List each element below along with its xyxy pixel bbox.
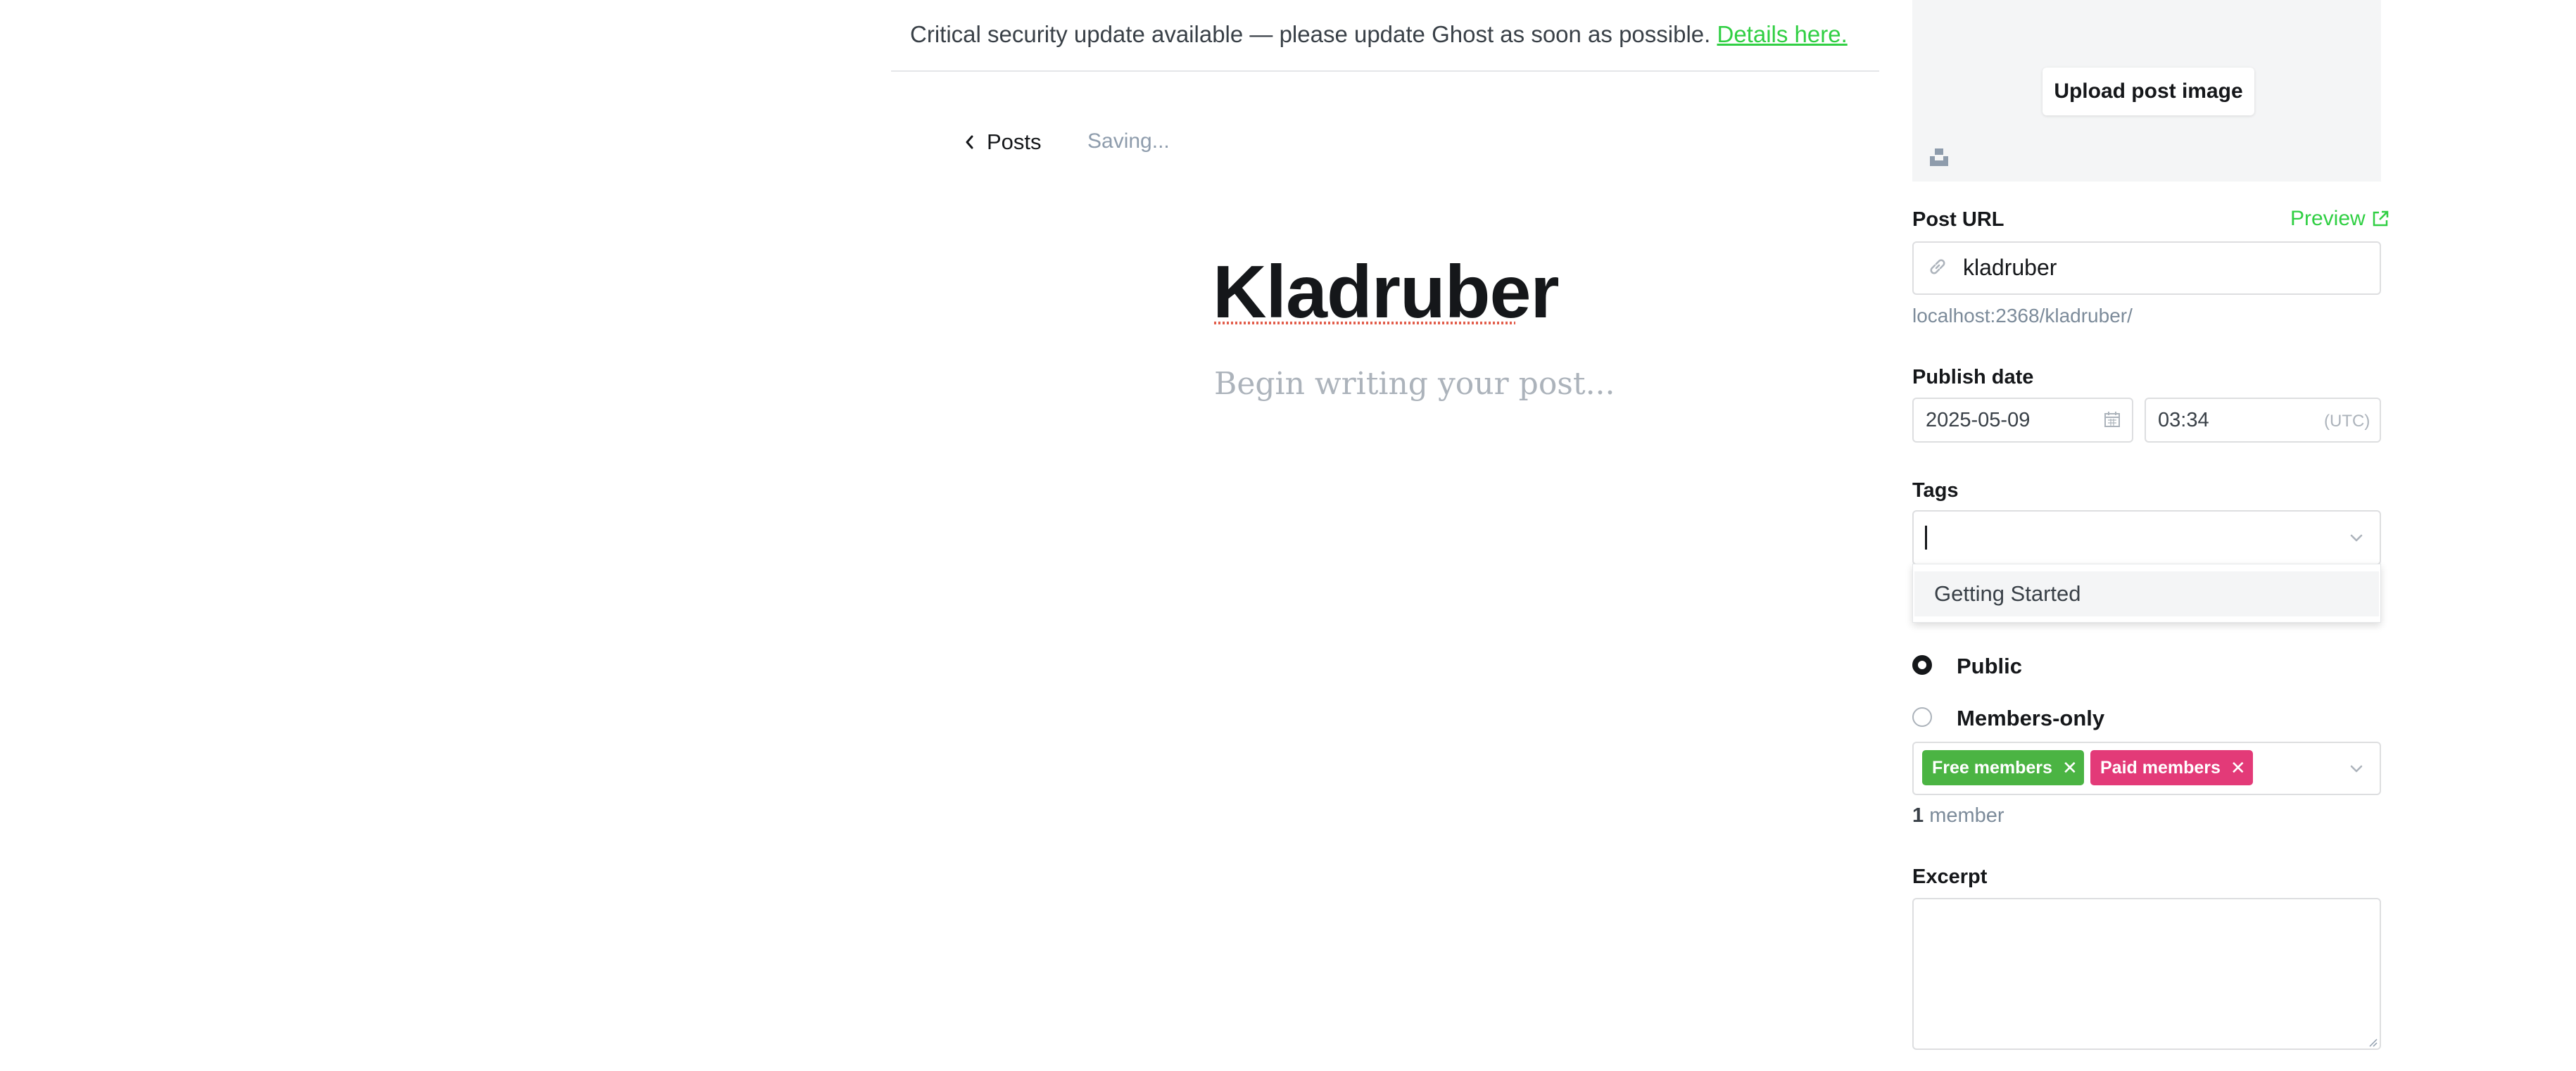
remove-icon[interactable]: ✕: [2230, 757, 2246, 779]
preview-label: Preview: [2290, 207, 2366, 230]
segment-token-label: Free members: [1932, 757, 2052, 778]
banner-message: Critical security update available — ple…: [910, 21, 1711, 47]
access-radio-public[interactable]: [1912, 655, 1932, 675]
upload-image-button[interactable]: Upload post image: [2043, 68, 2254, 115]
back-to-posts-link[interactable]: Posts: [964, 129, 1042, 155]
member-count-unit: member: [1929, 804, 2004, 827]
post-body-editor[interactable]: Begin writing your post...: [1214, 366, 1615, 402]
preview-link[interactable]: Preview: [2290, 207, 2389, 231]
access-public-label[interactable]: Public: [1957, 654, 2022, 679]
access-members-only-label[interactable]: Members-only: [1957, 706, 2104, 731]
tags-input[interactable]: [1912, 510, 2381, 565]
chevron-left-icon: [966, 135, 973, 149]
segment-token-free: Free members ✕: [1922, 750, 2084, 785]
banner-details-link[interactable]: Details here.: [1717, 21, 1847, 47]
excerpt-label: Excerpt: [1912, 866, 1988, 888]
link-icon: [1930, 259, 1945, 274]
access-radio-members-only[interactable]: [1912, 707, 1932, 727]
excerpt-textarea[interactable]: [1912, 898, 2381, 1050]
tag-option-label: Getting Started: [1934, 581, 2081, 606]
timezone-label: (UTC): [2324, 412, 2370, 431]
unsplash-icon[interactable]: [1928, 146, 1950, 167]
resize-handle-icon[interactable]: [2366, 1036, 2378, 1047]
publish-date-label: Publish date: [1912, 366, 2034, 388]
tags-label: Tags: [1912, 479, 1959, 502]
external-link-icon: [2373, 210, 2388, 227]
banner-text: Critical security update available — ple…: [910, 21, 1848, 48]
back-label: Posts: [987, 129, 1042, 154]
remove-icon[interactable]: ✕: [2062, 757, 2078, 779]
post-url-label: Post URL: [1912, 208, 2004, 231]
segment-token-label: Paid members: [2100, 757, 2221, 778]
calendar-icon[interactable]: [2103, 410, 2121, 429]
publish-date-value: 2025-05-09: [1926, 409, 2031, 431]
segment-token-paid: Paid members ✕: [2090, 750, 2253, 785]
publish-time-value: 03:34: [2158, 409, 2209, 431]
post-url-hint: localhost:2368/kladruber/: [1912, 305, 2133, 327]
text-cursor: [1925, 526, 1927, 550]
chevron-down-icon[interactable]: [2347, 528, 2366, 547]
post-url-value: kladruber: [1963, 255, 2057, 280]
save-status: Saving...: [1087, 129, 1170, 153]
post-title[interactable]: Kladruber: [1213, 255, 1560, 329]
chevron-down-icon[interactable]: [2347, 759, 2366, 778]
member-count-value: 1: [1912, 804, 1924, 827]
member-count: 1 member: [1912, 804, 2004, 828]
spellcheck-underline: [1214, 322, 1515, 324]
